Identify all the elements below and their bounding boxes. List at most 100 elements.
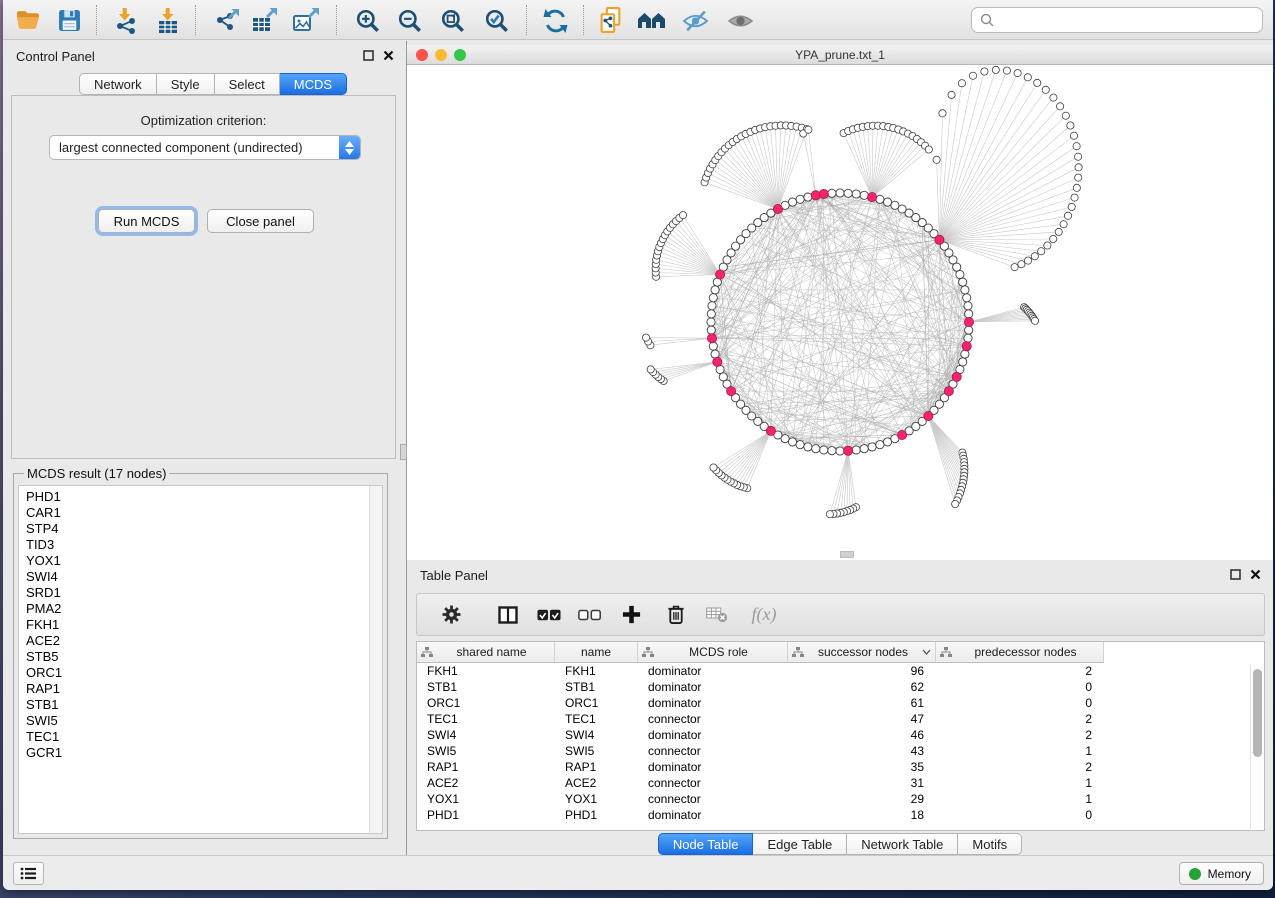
network-leaf-node[interactable] bbox=[1070, 132, 1077, 139]
table-row[interactable]: SWI5SWI5connector431 bbox=[417, 743, 1264, 759]
mcds-result-item[interactable]: SWI4 bbox=[26, 569, 382, 585]
mcds-result-item[interactable]: PMA2 bbox=[26, 601, 382, 617]
network-leaf-node[interactable] bbox=[992, 66, 999, 73]
network-leaf-node[interactable] bbox=[1068, 203, 1075, 210]
show-column-icon[interactable] bbox=[496, 603, 520, 627]
cell-predecessor-nodes[interactable]: 2 bbox=[936, 663, 1104, 679]
network-node[interactable] bbox=[804, 443, 812, 451]
network-node[interactable] bbox=[860, 191, 868, 199]
cell-predecessor-nodes[interactable]: 0 bbox=[936, 807, 1104, 823]
mcds-result-item[interactable]: TEC1 bbox=[26, 729, 382, 745]
cell-successor-nodes[interactable]: 43 bbox=[788, 743, 936, 759]
network-leaf-node[interactable] bbox=[1018, 261, 1025, 268]
cell-predecessor-nodes[interactable]: 2 bbox=[936, 759, 1104, 775]
cell-shared-name[interactable]: RAP1 bbox=[417, 759, 555, 775]
cell-mcds-role[interactable]: dominator bbox=[638, 663, 788, 679]
cell-mcds-role[interactable]: dominator bbox=[638, 727, 788, 743]
search-box[interactable] bbox=[971, 7, 1263, 33]
cell-shared-name[interactable]: SWI4 bbox=[417, 727, 555, 743]
network-node[interactable] bbox=[707, 326, 715, 334]
table-row[interactable]: SWI4SWI4dominator462 bbox=[417, 727, 1264, 743]
cell-mcds-role[interactable]: dominator bbox=[638, 695, 788, 711]
cell-shared-name[interactable]: YOX1 bbox=[417, 791, 555, 807]
table-row[interactable]: FKH1FKH1dominator962 bbox=[417, 663, 1264, 679]
network-leaf-node[interactable] bbox=[1031, 253, 1038, 260]
network-node[interactable] bbox=[804, 193, 812, 201]
tab-edge-table[interactable]: Edge Table bbox=[753, 833, 847, 855]
table-row[interactable]: ACE2ACE2connector311 bbox=[417, 775, 1264, 791]
network-node[interactable] bbox=[852, 190, 860, 198]
network-node[interactable] bbox=[965, 326, 973, 334]
mcds-node[interactable] bbox=[844, 446, 853, 455]
cell-successor-nodes[interactable]: 29 bbox=[788, 791, 936, 807]
network-leaf-node[interactable] bbox=[939, 110, 946, 117]
cell-name[interactable]: SWI4 bbox=[555, 727, 638, 743]
network-leaf-node[interactable] bbox=[1034, 79, 1041, 86]
cell-mcds-role[interactable]: dominator bbox=[638, 807, 788, 823]
mcds-node[interactable] bbox=[952, 372, 961, 381]
tab-motifs[interactable]: Motifs bbox=[958, 833, 1022, 855]
network-node[interactable] bbox=[961, 286, 969, 294]
mcds-result-list[interactable]: PHD1CAR1STP4TID3YOX1SWI4SRD1PMA2FKH1ACE2… bbox=[18, 485, 383, 834]
tab-network[interactable]: Network bbox=[79, 73, 157, 95]
mcds-node[interactable] bbox=[935, 235, 944, 244]
network-node[interactable] bbox=[883, 198, 891, 206]
network-leaf-node[interactable] bbox=[1044, 242, 1051, 249]
cell-successor-nodes[interactable]: 96 bbox=[788, 663, 936, 679]
export-image-icon[interactable] bbox=[291, 7, 321, 34]
show-all-icon[interactable] bbox=[725, 7, 755, 34]
zoom-fit-icon[interactable] bbox=[438, 7, 468, 34]
network-leaf-node[interactable] bbox=[1038, 248, 1045, 255]
cell-shared-name[interactable]: STB1 bbox=[417, 679, 555, 695]
network-node[interactable] bbox=[963, 294, 971, 302]
table-row[interactable]: RAP1RAP1dominator352 bbox=[417, 759, 1264, 775]
mcds-result-item[interactable]: ORC1 bbox=[26, 665, 382, 681]
mcds-result-item[interactable]: CAR1 bbox=[26, 505, 382, 521]
network-leaf-node[interactable] bbox=[1055, 228, 1062, 235]
network-node[interactable] bbox=[820, 446, 828, 454]
cell-successor-nodes[interactable]: 18 bbox=[788, 807, 936, 823]
select-all-checkboxes-icon[interactable] bbox=[537, 603, 561, 627]
cell-predecessor-nodes[interactable]: 1 bbox=[936, 775, 1104, 791]
first-neighbors-icon[interactable] bbox=[637, 7, 667, 34]
cell-name[interactable]: PHD1 bbox=[555, 807, 638, 823]
network-node[interactable] bbox=[836, 447, 844, 455]
network-leaf-node[interactable] bbox=[647, 366, 654, 373]
column-header-name[interactable]: name bbox=[555, 642, 638, 663]
network-leaf-node[interactable] bbox=[1057, 103, 1064, 110]
delete-column-icon[interactable] bbox=[664, 603, 688, 627]
cell-mcds-role[interactable]: dominator bbox=[638, 759, 788, 775]
export-table-icon[interactable] bbox=[249, 7, 279, 34]
network-node[interactable] bbox=[828, 189, 836, 197]
mcds-node[interactable] bbox=[944, 387, 953, 396]
network-leaf-node[interactable] bbox=[1031, 317, 1038, 324]
cell-predecessor-nodes[interactable]: 0 bbox=[936, 679, 1104, 695]
cell-mcds-role[interactable]: dominator bbox=[638, 679, 788, 695]
network-leaf-node[interactable] bbox=[952, 500, 959, 507]
memory-button[interactable]: Memory bbox=[1179, 862, 1264, 885]
network-leaf-node[interactable] bbox=[1075, 164, 1082, 171]
delete-table-icon[interactable] bbox=[705, 603, 729, 627]
network-node[interactable] bbox=[812, 445, 820, 453]
network-leaf-node[interactable] bbox=[1011, 264, 1018, 271]
network-node[interactable] bbox=[964, 302, 972, 310]
mcds-result-item[interactable]: STB5 bbox=[26, 649, 382, 665]
mcds-result-item[interactable]: GCR1 bbox=[26, 745, 382, 761]
network-leaf-node[interactable] bbox=[1024, 74, 1031, 81]
network-node[interactable] bbox=[828, 447, 836, 455]
network-leaf-node[interactable] bbox=[1075, 174, 1082, 181]
cell-successor-nodes[interactable]: 47 bbox=[788, 711, 936, 727]
cell-shared-name[interactable]: FKH1 bbox=[417, 663, 555, 679]
network-node[interactable] bbox=[707, 310, 715, 318]
network-leaf-node[interactable] bbox=[948, 91, 955, 98]
network-node[interactable] bbox=[876, 441, 884, 449]
mcds-result-item[interactable]: TID3 bbox=[26, 537, 382, 553]
mcds-node[interactable] bbox=[819, 189, 828, 198]
cell-mcds-role[interactable]: connector bbox=[638, 791, 788, 807]
cell-name[interactable]: FKH1 bbox=[555, 663, 638, 679]
mcds-result-item[interactable]: YOX1 bbox=[26, 553, 382, 569]
cell-mcds-role[interactable]: connector bbox=[638, 743, 788, 759]
cell-name[interactable]: YOX1 bbox=[555, 791, 638, 807]
network-node[interactable] bbox=[707, 318, 715, 326]
column-header-mcds-role[interactable]: MCDS role bbox=[638, 642, 788, 663]
